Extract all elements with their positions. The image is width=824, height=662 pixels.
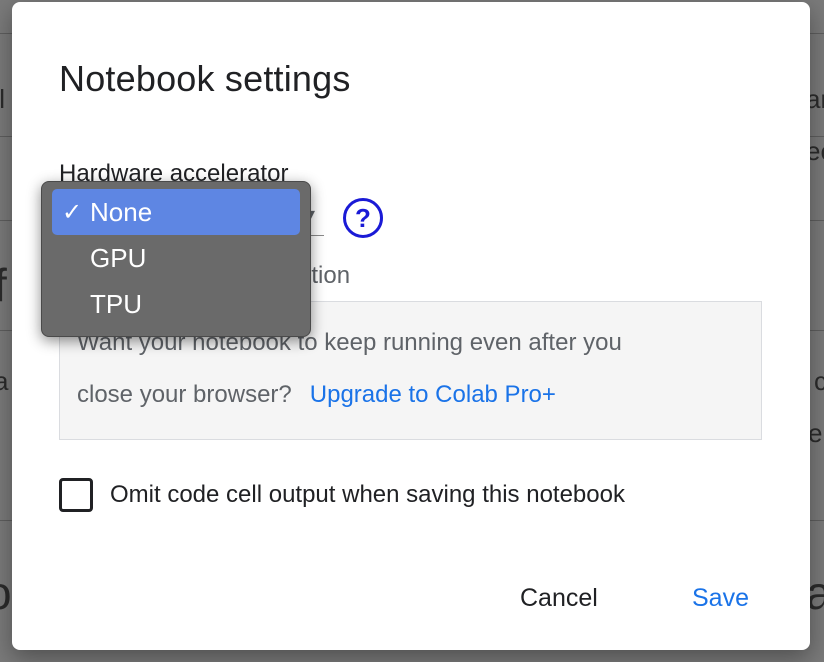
dialog-title: Notebook settings: [59, 58, 351, 99]
hardware-accelerator-dropdown-menu: ✓ None GPU TPU: [41, 181, 311, 337]
dropdown-option-label: None: [90, 196, 153, 227]
save-button[interactable]: Save: [692, 584, 749, 613]
help-icon[interactable]: ?: [343, 198, 383, 238]
dropdown-option-label: TPU: [90, 288, 142, 319]
upgrade-colab-pro-link[interactable]: Upgrade to Colab Pro+: [310, 381, 556, 408]
background-text-fragment: ep: [808, 418, 824, 448]
dropdown-option-tpu[interactable]: TPU: [52, 281, 300, 327]
dropdown-option-none[interactable]: ✓ None: [52, 189, 300, 235]
background-text-fragment: c: [814, 366, 824, 396]
omit-output-row: Omit code cell output when saving this n…: [59, 478, 625, 512]
background-text-fragment: f: [0, 259, 7, 311]
info-text-line-2: close your browser? Upgrade to Colab Pro+: [77, 381, 556, 409]
omit-output-label[interactable]: Omit code cell output when saving this n…: [110, 481, 625, 509]
check-icon: ✓: [62, 198, 83, 226]
cancel-button[interactable]: Cancel: [520, 584, 598, 613]
background-text-fragment: tl: [0, 84, 5, 114]
dropdown-option-label: GPU: [90, 242, 147, 273]
omit-output-checkbox[interactable]: [59, 478, 93, 512]
background-text-fragment: a: [0, 366, 9, 396]
info-text-question: close your browser?: [77, 381, 292, 408]
background-text-fragment: o: [0, 566, 12, 620]
dropdown-option-gpu[interactable]: GPU: [52, 235, 300, 281]
